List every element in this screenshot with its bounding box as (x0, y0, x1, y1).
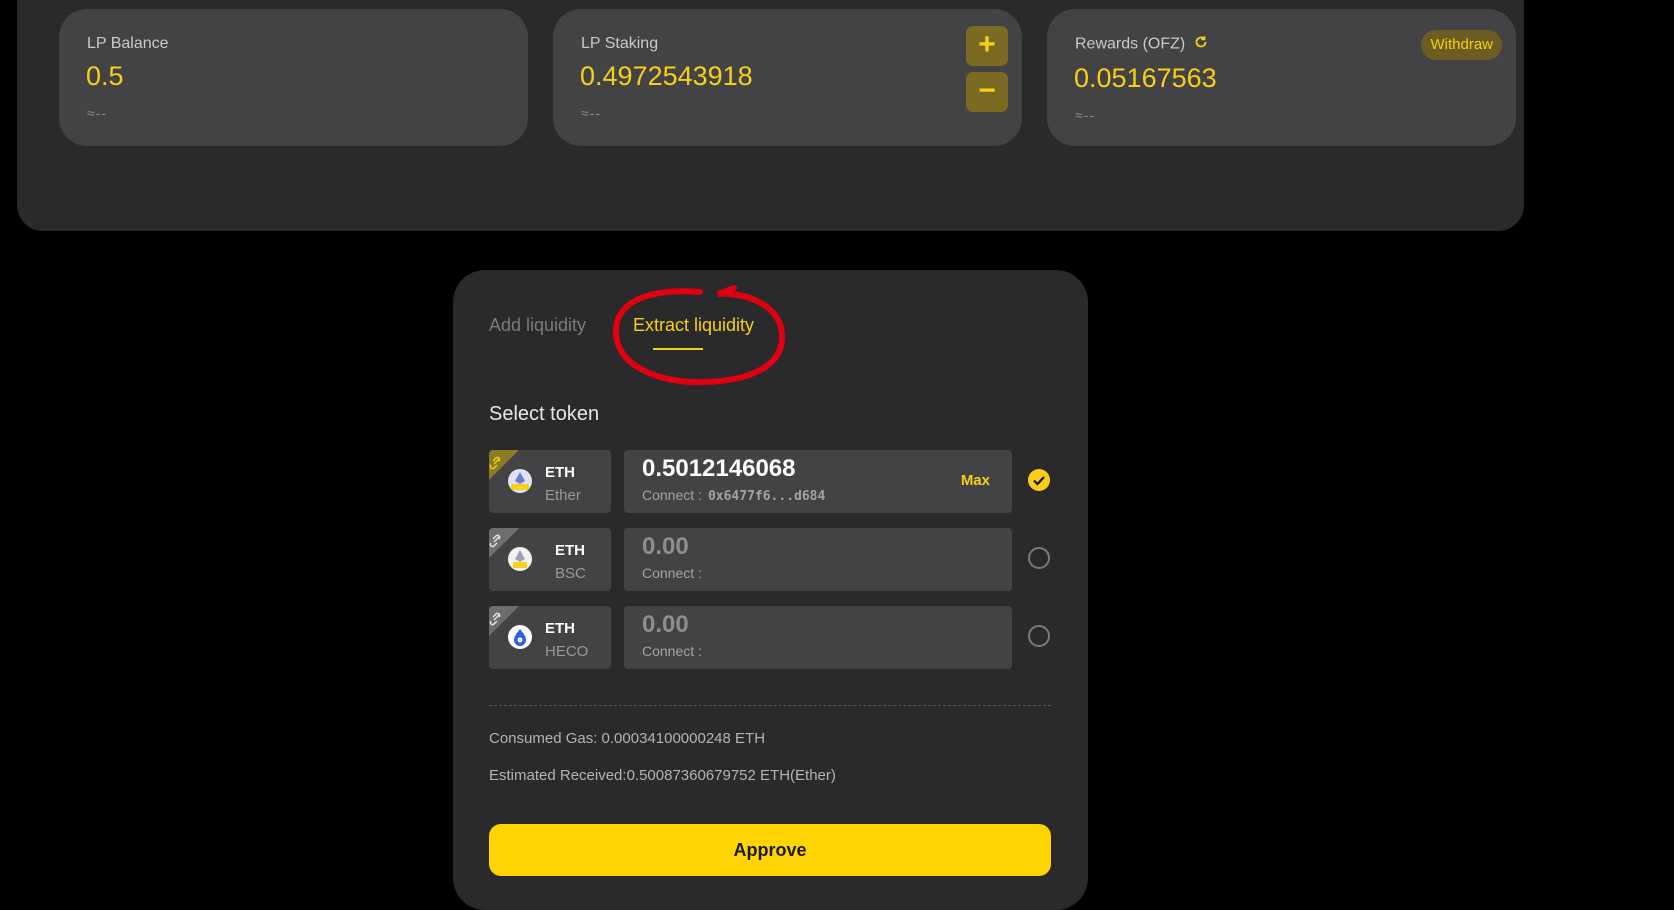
rewards-card: Rewards (OFZ) 0.05167563 ≈-- Withdraw (1047, 9, 1516, 146)
wallet-address: 0x6477f6...d684 (707, 489, 826, 504)
select-radio-ether[interactable] (1028, 469, 1050, 491)
token-row-heco: ETH HECO 0.00 Connect : (489, 606, 1051, 669)
token-network: HECO (545, 643, 589, 660)
rewards-value: 0.05167563 (1074, 63, 1217, 93)
dashed-divider (489, 705, 1051, 706)
amount-field-heco[interactable]: 0.00 Connect : (624, 606, 1012, 669)
withdraw-button[interactable]: Withdraw (1421, 30, 1502, 60)
estimated-received: Estimated Received:0.50087360679752 ETH(… (489, 767, 836, 784)
token-row-bsc: ETH BSC 0.00 Connect : (489, 528, 1051, 591)
red-circle-annotation (612, 285, 786, 386)
amount-field-ether[interactable]: 0.5012146068 Connect :0x6477f6...d684 Ma… (624, 450, 1012, 513)
rewards-approx: ≈-- (1075, 107, 1096, 123)
select-radio-bsc[interactable] (1028, 547, 1050, 569)
approve-button[interactable]: Approve (489, 824, 1051, 876)
lp-staking-value: 0.4972543918 (580, 61, 753, 91)
heco-coin-icon (508, 625, 532, 649)
connect-info: Connect : (642, 565, 702, 581)
select-radio-heco[interactable] (1028, 625, 1050, 647)
lp-staking-card: LP Staking 0.4972543918 ≈-- + − (553, 9, 1022, 146)
token-symbol: ETH (545, 620, 575, 637)
chain-selector-bsc[interactable]: ETH BSC (489, 528, 611, 591)
token-amount: 0.00 (642, 533, 689, 560)
stake-plus-button[interactable]: + (966, 26, 1008, 66)
consumed-gas: Consumed Gas: 0.00034100000248 ETH (489, 730, 766, 747)
token-amount: 0.5012146068 (642, 455, 796, 482)
select-token-title: Select token (489, 403, 600, 425)
stake-minus-button[interactable]: − (966, 72, 1008, 112)
token-row-ether: ETH Ether 0.5012146068 Connect :0x6477f6… (489, 450, 1051, 513)
amount-field-bsc[interactable]: 0.00 Connect : (624, 528, 1012, 591)
connect-info: Connect : (642, 643, 702, 659)
ether-coin-icon (508, 469, 532, 493)
token-symbol: ETH (545, 464, 575, 481)
active-tab-underline (653, 348, 703, 350)
lp-balance-approx: ≈-- (87, 105, 108, 121)
liquidity-card: Add liquidity Extract liquidity Select t… (453, 270, 1088, 910)
checkmark-icon (1033, 476, 1045, 486)
connect-info: Connect :0x6477f6...d684 (642, 487, 826, 504)
tab-extract-liquidity[interactable]: Extract liquidity (633, 315, 754, 336)
token-symbol: ETH (555, 542, 585, 559)
bsc-coin-icon (508, 547, 532, 571)
rewards-label-row: Rewards (OFZ) (1075, 35, 1208, 54)
token-amount: 0.00 (642, 611, 689, 638)
tab-add-liquidity[interactable]: Add liquidity (489, 315, 586, 336)
chain-selector-ether[interactable]: ETH Ether (489, 450, 611, 513)
rewards-label: Rewards (OFZ) (1075, 35, 1186, 53)
lp-balance-label: LP Balance (87, 35, 169, 52)
token-network: BSC (555, 565, 586, 582)
lp-staking-label: LP Staking (581, 35, 659, 52)
stats-panel: LP Balance 0.5 ≈-- LP Staking 0.49725439… (17, 0, 1524, 231)
token-network: Ether (545, 487, 581, 504)
lp-staking-approx: ≈-- (581, 105, 602, 121)
lp-balance-value: 0.5 (86, 61, 124, 91)
refresh-icon[interactable] (1194, 35, 1208, 54)
max-button[interactable]: Max (961, 472, 990, 489)
lp-balance-card: LP Balance 0.5 ≈-- (59, 9, 528, 146)
chain-selector-heco[interactable]: ETH HECO (489, 606, 611, 669)
